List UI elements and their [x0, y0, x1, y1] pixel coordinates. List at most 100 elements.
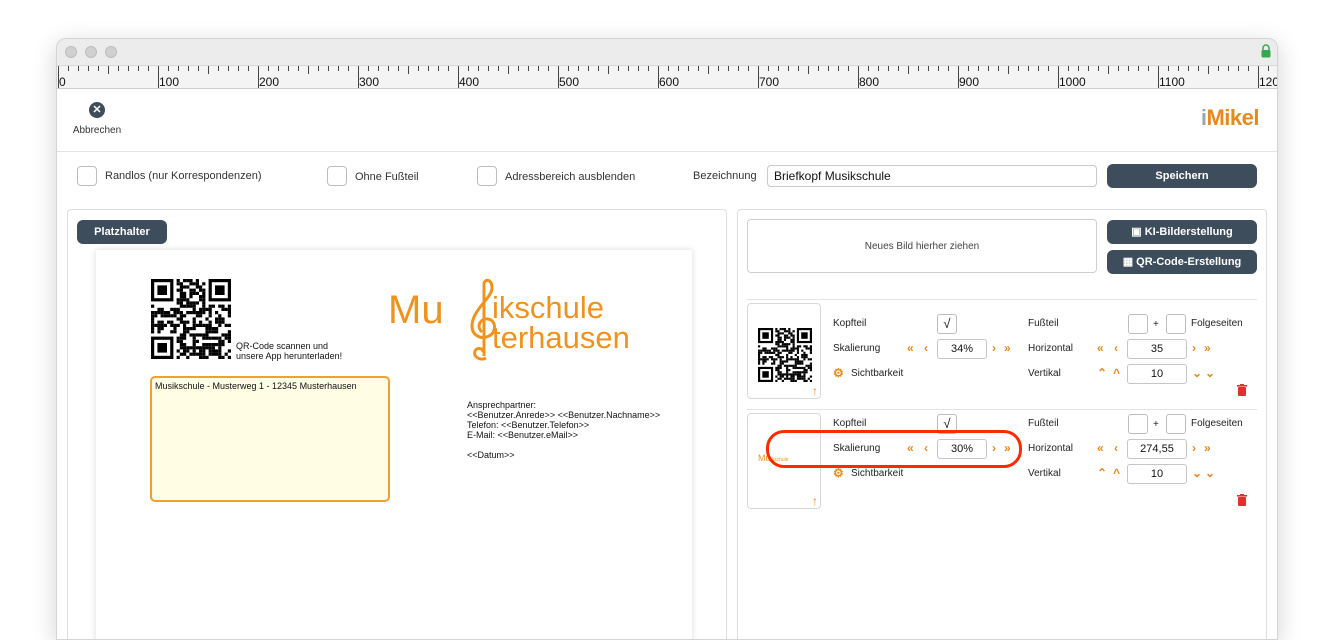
horizontal-input[interactable]: 35: [1127, 339, 1187, 359]
increase-fast-icon[interactable]: »: [1204, 341, 1211, 355]
qr-caption-line2: unsere App herunterladen!: [236, 351, 343, 361]
up-fast-icon[interactable]: ⌃: [1097, 466, 1107, 480]
contact-line: Ansprechpartner:: [467, 400, 537, 410]
kopfteil-label: Kopfteil: [833, 318, 867, 329]
sichtbarkeit-label: Sichtbarkeit: [851, 368, 904, 379]
up-icon[interactable]: ^: [1113, 466, 1120, 480]
gear-icon[interactable]: ⚙: [833, 466, 844, 480]
ruler-label: 900: [959, 75, 980, 89]
folgeseiten-checkbox[interactable]: [1166, 414, 1186, 434]
contact-line: Telefon: <<Benutzer.Telefon>>: [467, 420, 590, 430]
trash-icon[interactable]: [1237, 384, 1247, 396]
ohne-fussteil-checkbox[interactable]: [327, 166, 347, 186]
minimize-window-button[interactable]: [85, 46, 97, 58]
close-window-button[interactable]: [65, 46, 77, 58]
randlos-label: Randlos (nur Korrespondenzen): [105, 170, 262, 182]
image-thumbnail[interactable]: ↑: [747, 303, 821, 399]
save-button[interactable]: Speichern: [1107, 164, 1257, 188]
increase-icon[interactable]: ›: [992, 341, 996, 355]
folgeseiten-checkbox[interactable]: [1166, 314, 1186, 334]
down-icon[interactable]: ⌄: [1192, 366, 1202, 380]
address-area[interactable]: Musikschule - Musterweg 1 - 12345 Muster…: [150, 376, 390, 502]
robot-icon: ▣: [1131, 226, 1145, 238]
ruler-label: 400: [459, 75, 480, 89]
up-icon[interactable]: ^: [1113, 366, 1120, 380]
image-row-qr: ↑ Kopfteil √ Fußteil + Folgeseiten Skali…: [747, 299, 1257, 404]
arrow-up-icon: ↑: [812, 384, 818, 398]
contact-block: Ansprechpartner: <<Benutzer.Anrede>> <<B…: [467, 400, 660, 460]
increase-icon[interactable]: ›: [1192, 441, 1196, 455]
platzhalter-button[interactable]: Platzhalter: [77, 220, 167, 244]
letterhead-preview-panel: Platzhalter QR-Code scannen und unsere A…: [67, 209, 727, 639]
down-icon[interactable]: ⌄: [1192, 466, 1202, 480]
qr-code-erstellung-button[interactable]: ▦ QR-Code-Erstellung: [1107, 250, 1257, 274]
cancel-button[interactable]: ✕ Abbrechen: [67, 101, 127, 141]
letter-page: QR-Code scannen und unsere App herunterl…: [96, 250, 692, 639]
ki-bilderstellung-button[interactable]: ▣ KI-Bilderstellung: [1107, 220, 1257, 244]
close-icon: ✕: [89, 102, 105, 118]
down-fast-icon[interactable]: ⌄: [1205, 466, 1215, 480]
kopfteil-label: Kopfteil: [833, 418, 867, 429]
ruler-label: 120: [1259, 75, 1277, 89]
ruler-label: 300: [359, 75, 380, 89]
ruler-label: 1000: [1059, 75, 1086, 89]
cancel-label: Abbrechen: [72, 125, 122, 136]
options-bar: Randlos (nur Korrespondenzen) Ohne Fußte…: [57, 152, 1277, 210]
skalierung-input[interactable]: 34%: [937, 339, 987, 359]
ruler-label: 200: [259, 75, 280, 89]
up-fast-icon[interactable]: ⌃: [1097, 366, 1107, 380]
increase-icon[interactable]: ›: [1192, 341, 1196, 355]
ruler-label: 0: [59, 75, 66, 89]
ohne-fussteil-label: Ohne Fußteil: [355, 171, 419, 183]
down-fast-icon[interactable]: ⌄: [1205, 366, 1215, 380]
plus-label: +: [1153, 419, 1159, 430]
qr-icon: ▦: [1122, 256, 1137, 268]
fussteil-checkbox[interactable]: [1128, 314, 1148, 334]
musikschule-logo[interactable]: Mu ikschule terhausen: [388, 276, 678, 366]
contact-line: <<Benutzer.Anrede>> <<Benutzer.Nachname>…: [467, 410, 661, 420]
folgeseiten-label: Folgeseiten: [1191, 318, 1243, 329]
increase-fast-icon[interactable]: »: [1204, 441, 1211, 455]
images-panel: Neues Bild hierher ziehen ▣ KI-Bilderste…: [737, 209, 1267, 639]
horizontal-label: Horizontal: [1028, 443, 1074, 454]
bezeichnung-label: Bezeichnung: [693, 170, 757, 182]
decrease-icon[interactable]: ‹: [1114, 341, 1118, 355]
increase-fast-icon[interactable]: »: [1004, 341, 1011, 355]
decrease-fast-icon[interactable]: «: [907, 341, 914, 355]
qr-caption-line1: QR-Code scannen und: [236, 341, 329, 351]
ruler-label: 1100: [1159, 75, 1185, 89]
arrow-up-icon: ↑: [812, 494, 818, 508]
contact-line: [467, 440, 660, 450]
ruler: 0 100 200 300 400 500 600 700 800 900 10…: [57, 66, 1277, 89]
contact-line: E-Mail: <<Benutzer.eMail>>: [467, 430, 579, 440]
randlos-checkbox[interactable]: [77, 166, 97, 186]
lock-icon: [1261, 44, 1271, 58]
image-dropzone[interactable]: Neues Bild hierher ziehen: [747, 219, 1097, 273]
skalierung-highlight-annotation: [766, 430, 1022, 468]
adressbereich-checkbox[interactable]: [477, 166, 497, 186]
vertikal-input[interactable]: 10: [1127, 364, 1187, 384]
vertikal-label: Vertikal: [1028, 468, 1061, 479]
decrease-fast-icon[interactable]: «: [1097, 441, 1104, 455]
skalierung-label: Skalierung: [833, 343, 881, 354]
sender-address-line: Musikschule - Musterweg 1 - 12345 Muster…: [155, 381, 357, 391]
logo-text-terhausen: terhausen: [492, 320, 630, 355]
gear-icon[interactable]: ⚙: [833, 366, 844, 380]
logo-text-mu: Mu: [388, 288, 444, 332]
qr-code-image[interactable]: [151, 279, 231, 359]
imikel-logo: iMikel: [1200, 105, 1260, 130]
horizontal-input[interactable]: 274,55: [1127, 439, 1187, 459]
trash-icon[interactable]: [1237, 494, 1247, 506]
sichtbarkeit-label: Sichtbarkeit: [851, 468, 904, 479]
fussteil-label: Fußteil: [1028, 318, 1059, 329]
decrease-icon[interactable]: ‹: [924, 341, 928, 355]
horizontal-label: Horizontal: [1028, 343, 1074, 354]
fussteil-checkbox[interactable]: [1128, 414, 1148, 434]
vertikal-label: Vertikal: [1028, 368, 1061, 379]
decrease-icon[interactable]: ‹: [1114, 441, 1118, 455]
kopfteil-checkbox[interactable]: √: [937, 314, 957, 334]
bezeichnung-input[interactable]: Briefkopf Musikschule: [767, 165, 1097, 187]
zoom-window-button[interactable]: [105, 46, 117, 58]
vertikal-input[interactable]: 10: [1127, 464, 1187, 484]
decrease-fast-icon[interactable]: «: [1097, 341, 1104, 355]
